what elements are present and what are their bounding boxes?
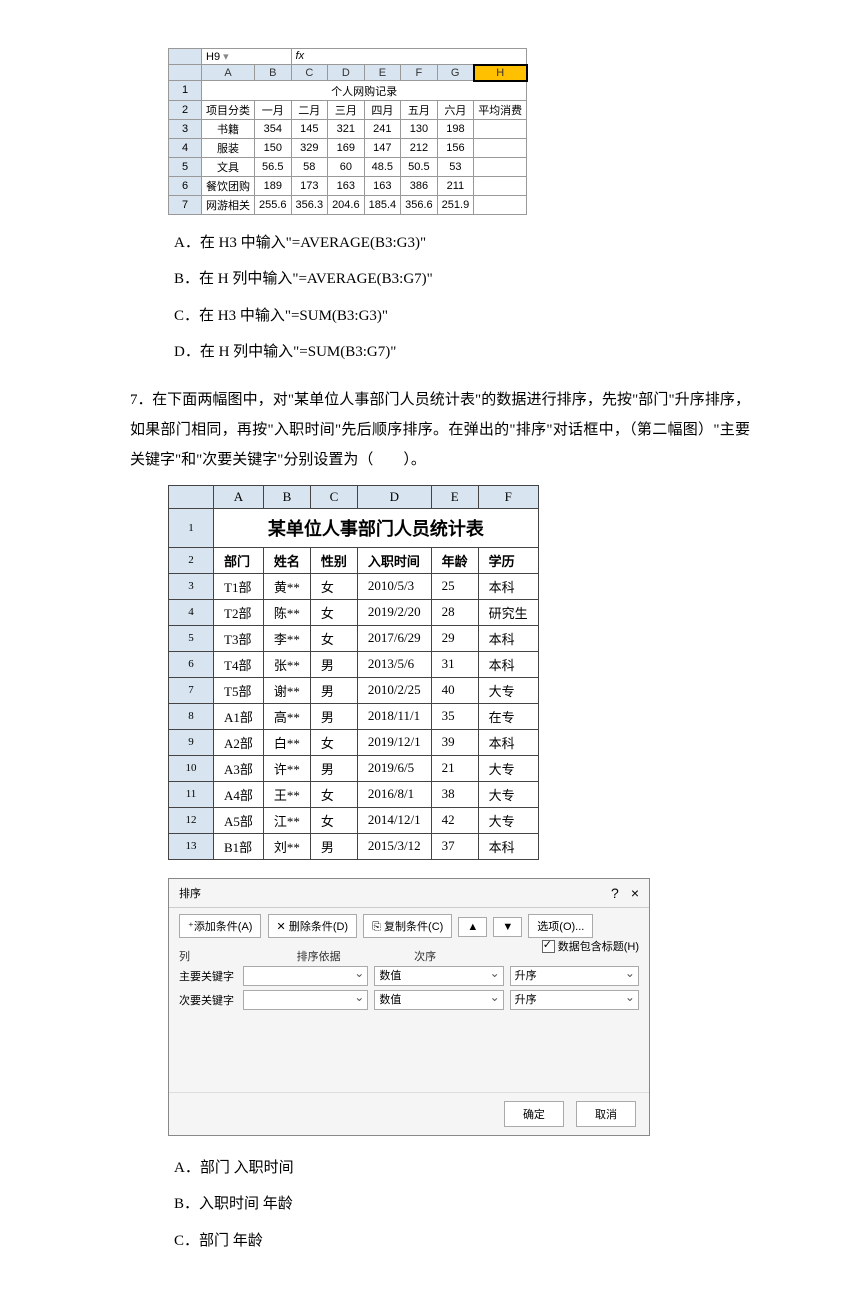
table1-title: 个人网购记录 (202, 81, 527, 101)
primary-basis-select[interactable]: 数值 (374, 966, 503, 986)
secondary-basis-select[interactable]: 数值 (374, 990, 503, 1010)
secondary-key-select[interactable] (243, 990, 368, 1010)
option-c: C．在 H3 中输入"=SUM(B3:G3)" (174, 302, 750, 331)
q7-option-a: A．部门 入职时间 (174, 1154, 750, 1183)
option-a: A．在 H3 中输入"=AVERAGE(B3:G3)" (174, 229, 750, 258)
move-up-button[interactable]: ▲ (458, 917, 487, 937)
primary-key-label: 主要关键字 (179, 968, 237, 984)
q7-option-b: B．入职时间 年龄 (174, 1190, 750, 1219)
question-7: 7．在下面两幅图中，对"某单位人事部门人员统计表"的数据进行排序，先按"部门"升… (130, 385, 750, 475)
secondary-order-select[interactable]: 升序 (510, 990, 639, 1010)
help-icon[interactable]: ? (611, 885, 619, 901)
cancel-button[interactable]: 取消 (576, 1101, 636, 1127)
name-box: H9 (206, 51, 220, 63)
excel-table-1: H9 ▾fx ABCDEFGH 1个人网购记录 2项目分类一月二月三月四月五月六… (168, 48, 528, 215)
primary-order-select[interactable]: 升序 (510, 966, 639, 986)
delete-condition-button[interactable]: ✕ 删除条件(D) (268, 914, 358, 938)
header-checkbox[interactable] (542, 940, 555, 953)
fx-label: fx (296, 50, 305, 62)
move-down-button[interactable]: ▼ (493, 917, 522, 937)
dialog-title: 排序 (179, 888, 201, 900)
hr-table: ABCDEF 1某单位人事部门人员统计表 2部门姓名性别入职时间年龄学历 3T1… (168, 485, 539, 860)
copy-condition-button[interactable]: ⎘ 复制条件(C) (363, 914, 452, 938)
option-d: D．在 H 列中输入"=SUM(B3:G7)" (174, 338, 750, 367)
ok-button[interactable]: 确定 (504, 1101, 564, 1127)
q7-option-c: C．部门 年龄 (174, 1227, 750, 1256)
options-button[interactable]: 选项(O)... (528, 914, 593, 938)
sort-dialog: 排序 ×? ⁺添加条件(A) ✕ 删除条件(D) ⎘ 复制条件(C) ▲ ▼ 选项… (168, 878, 650, 1136)
option-b: B．在 H 列中输入"=AVERAGE(B3:G7)" (174, 265, 750, 294)
close-icon[interactable]: × (631, 885, 639, 901)
hr-table-title: 某单位人事部门人员统计表 (214, 508, 539, 547)
secondary-key-label: 次要关键字 (179, 992, 237, 1008)
primary-key-select[interactable] (243, 966, 368, 986)
add-condition-button[interactable]: ⁺添加条件(A) (179, 914, 261, 938)
